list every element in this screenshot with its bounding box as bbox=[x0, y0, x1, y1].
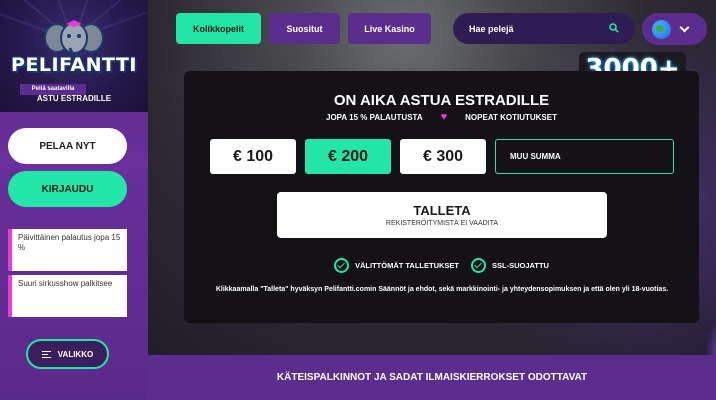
promo-text: Päivittäinen palautus jopa 15 % bbox=[18, 233, 121, 253]
amount-option-100[interactable]: € 100 bbox=[210, 139, 296, 174]
language-selector[interactable] bbox=[642, 13, 707, 45]
menu-label: VALIKKO bbox=[57, 349, 94, 359]
tab-slots[interactable]: Kolikkopelit bbox=[176, 13, 261, 44]
globe-icon bbox=[652, 19, 671, 39]
feature-label: VÄLITTÖMÄT TALLETUKSET bbox=[355, 261, 460, 270]
terms-text: Klikkaamalla "Talleta" hyväksyn Pelifant… bbox=[215, 286, 669, 293]
tab-live-casino[interactable]: Live Kasino bbox=[348, 13, 431, 44]
tagline: ASTU ESTRADILLE bbox=[36, 94, 112, 103]
deposit-button-sublabel: REKISTERÖITYMISTÄ EI VAADITA bbox=[385, 220, 499, 227]
deposit-button[interactable]: TALLETA REKISTERÖITYMISTÄ EI VAADITA bbox=[277, 192, 607, 238]
amount-option-200[interactable]: € 200 bbox=[305, 139, 391, 174]
promo-text: Suuri sirkusshow palkitsee bbox=[18, 279, 113, 288]
bottom-banner: KÄTEISPALKINNOT JA SADAT ILMAISKIERROKSE… bbox=[148, 355, 716, 400]
crystal-ball-image bbox=[704, 300, 716, 355]
panel-title: ON AIKA ASTUA ESTRADILLE bbox=[333, 92, 550, 109]
perk-cashback: JOPA 15 % PALAUTUSTA bbox=[326, 112, 423, 122]
games-count-caption: Peliä saatavilla bbox=[20, 84, 86, 95]
promo-card-circus[interactable]: Suuri sirkusshow palkitsee bbox=[8, 275, 127, 317]
check-circle-icon bbox=[471, 258, 486, 273]
custom-amount-input[interactable] bbox=[510, 152, 660, 161]
feature-ssl: SSL-SUOJATTU bbox=[471, 258, 549, 273]
promo-card-cashback[interactable]: Päivittäinen palautus jopa 15 % bbox=[8, 229, 127, 271]
amount-option-300[interactable]: € 300 bbox=[400, 139, 486, 174]
check-circle-icon bbox=[334, 258, 349, 273]
search-bar[interactable] bbox=[453, 13, 635, 44]
custom-amount-field[interactable] bbox=[495, 139, 674, 174]
chevron-down-icon bbox=[679, 22, 690, 32]
menu-button[interactable]: VALIKKO bbox=[26, 339, 109, 369]
perk-withdrawals: NOPEAT KOTIUTUKSET bbox=[465, 112, 557, 122]
feature-label: SSL-SUOJATTU bbox=[492, 261, 549, 270]
logo-text[interactable]: PELIFANTTI bbox=[0, 54, 148, 76]
logo-area: PELIFANTTI ASTU ESTRADILLE bbox=[0, 0, 148, 112]
search-icon[interactable] bbox=[609, 23, 619, 33]
login-button[interactable]: KIRJAUDU bbox=[8, 171, 127, 207]
sidebar: PELIFANTTI ASTU ESTRADILLE PELAA NYT KIR… bbox=[0, 0, 148, 400]
tab-popular[interactable]: Suositut bbox=[269, 13, 340, 44]
feature-instant-deposits: VÄLITTÖMÄT TALLETUKSET bbox=[334, 258, 459, 273]
deposit-button-label: TALLETA bbox=[413, 203, 471, 218]
search-input[interactable] bbox=[469, 23, 609, 34]
perks-line: JOPA 15 % PALAUTUSTA ♥ NOPEAT KOTIUTUKSE… bbox=[184, 111, 699, 123]
heart-icon: ♥ bbox=[440, 111, 448, 123]
play-now-button[interactable]: PELAA NYT bbox=[8, 128, 127, 164]
hamburger-icon bbox=[41, 350, 51, 358]
